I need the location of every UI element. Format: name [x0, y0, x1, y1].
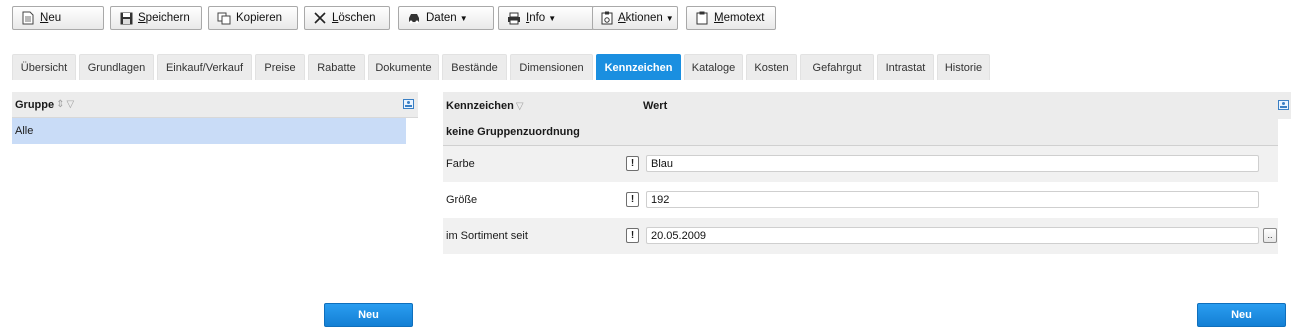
filter-icon[interactable]: ▽: [516, 101, 524, 112]
info-menu-label: Info: [526, 12, 546, 24]
memotext-button[interactable]: Memotext: [686, 6, 776, 30]
date-picker-button[interactable]: ..: [1263, 228, 1277, 243]
tab-rabatte[interactable]: Rabatte: [308, 54, 365, 80]
tab-einkauf-verkauf[interactable]: Einkauf/Verkauf: [157, 54, 252, 80]
info-menu-button[interactable]: Info ▼: [498, 6, 594, 30]
memotext-button-label: Memotext: [714, 12, 765, 24]
copy-button[interactable]: Kopieren: [208, 6, 298, 30]
printer-icon: [507, 11, 521, 25]
sort-icon[interactable]: ⇕: [56, 99, 64, 110]
attributes-panel: Kennzeichen ▽ Wert keine Gruppenzuordnung…: [443, 92, 1291, 254]
save-button[interactable]: Speichern: [110, 6, 202, 30]
tab-kosten[interactable]: Kosten: [746, 54, 797, 80]
tab-dokumente[interactable]: Dokumente: [368, 54, 439, 80]
group-column-header[interactable]: Gruppe ⇕ ▽: [12, 92, 418, 118]
wert-column-header: Wert: [643, 100, 668, 112]
data-car-icon: [407, 11, 421, 25]
group-row-selected[interactable]: Alle: [12, 118, 406, 144]
tab-grundlagen[interactable]: Grundlagen: [79, 54, 154, 80]
attribute-value-input[interactable]: [646, 191, 1259, 208]
attribute-row-groesse: Größe !: [443, 182, 1278, 218]
delete-button[interactable]: Löschen: [304, 6, 390, 30]
required-indicator-icon[interactable]: !: [626, 228, 639, 243]
actions-menu-button[interactable]: Aktionen ▼: [592, 6, 678, 30]
tab-gefahrgut[interactable]: Gefahrgut: [800, 54, 874, 80]
kennzeichen-column-header[interactable]: Kennzeichen ▽: [446, 100, 524, 112]
kennzeichen-header-label: Kennzeichen: [446, 100, 514, 112]
attribute-row-sortiment: im Sortiment seit ! ..: [443, 218, 1278, 254]
memo-icon: [695, 11, 709, 25]
new-button[interactable]: Neu: [12, 6, 104, 30]
tab-historie[interactable]: Historie: [937, 54, 990, 80]
attribute-name: Farbe: [446, 158, 475, 170]
attribute-row-farbe: Farbe !: [443, 146, 1278, 182]
new-attribute-button[interactable]: Neu: [1197, 303, 1286, 327]
tab-preise[interactable]: Preise: [255, 54, 305, 80]
actions-menu-label: Aktionen: [618, 12, 663, 24]
delete-button-label: Löschen: [332, 12, 376, 24]
tab-uebersicht[interactable]: Übersicht: [12, 54, 76, 80]
attribute-name: im Sortiment seit: [446, 230, 528, 242]
group-header-label: Gruppe: [15, 98, 55, 111]
tab-bestaende[interactable]: Bestände: [442, 54, 507, 80]
required-indicator-icon[interactable]: !: [626, 156, 639, 171]
new-group-button[interactable]: Neu: [324, 303, 413, 327]
attribute-value-input[interactable]: [646, 227, 1259, 244]
copy-icon: [217, 11, 231, 25]
save-button-label: Speichern: [138, 12, 190, 24]
clipboard-gear-icon: [601, 11, 613, 25]
tab-intrastat[interactable]: Intrastat: [877, 54, 934, 80]
data-menu-button[interactable]: Daten ▼: [398, 6, 494, 30]
export-icon[interactable]: [1278, 100, 1289, 110]
tab-dimensionen[interactable]: Dimensionen: [510, 54, 593, 80]
attribute-value-input[interactable]: [646, 155, 1259, 172]
group-panel: Gruppe ⇕ ▽ Alle: [12, 92, 418, 144]
required-indicator-icon[interactable]: !: [626, 192, 639, 207]
floppy-disk-icon: [119, 11, 133, 25]
attributes-header: Kennzeichen ▽ Wert: [443, 92, 1291, 119]
x-delete-icon: [313, 11, 327, 25]
data-menu-label: Daten: [426, 12, 457, 24]
chevron-down-icon: ▼: [459, 13, 468, 23]
tab-kennzeichen[interactable]: Kennzeichen: [596, 54, 681, 80]
new-document-icon: [21, 11, 35, 25]
attribute-name: Größe: [446, 194, 478, 206]
group-heading: keine Gruppenzuordnung: [443, 119, 1278, 146]
chevron-down-icon: ▼: [665, 13, 674, 23]
tab-kataloge[interactable]: Kataloge: [684, 54, 743, 80]
chevron-down-icon: ▼: [548, 13, 557, 23]
filter-icon[interactable]: ▽: [67, 99, 75, 110]
copy-button-label: Kopieren: [236, 12, 283, 24]
export-icon[interactable]: [403, 99, 414, 109]
new-button-label: Neu: [40, 12, 62, 24]
